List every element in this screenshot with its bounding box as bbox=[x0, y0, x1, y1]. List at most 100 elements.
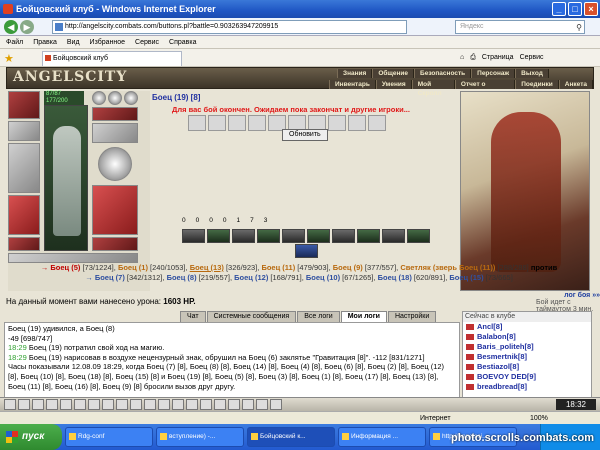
fighter[interactable]: Боец (7) bbox=[95, 273, 125, 282]
spell-slot-extra[interactable] bbox=[295, 244, 318, 258]
fighter[interactable]: Боец (18) bbox=[378, 273, 412, 282]
amulet-slot[interactable] bbox=[92, 107, 138, 121]
toolbar-button[interactable] bbox=[60, 399, 72, 410]
taskbar-item[interactable]: Информация ... bbox=[338, 427, 426, 447]
spell-slot[interactable] bbox=[357, 229, 380, 243]
menu-favorites[interactable]: Избранное bbox=[90, 36, 125, 48]
nav-my-scroll[interactable]: Мой Скролл bbox=[411, 80, 455, 97]
toolbar-button[interactable] bbox=[102, 399, 114, 410]
menu-edit[interactable]: Правка bbox=[33, 36, 57, 48]
toolbar-button[interactable] bbox=[4, 399, 16, 410]
chat-log[interactable]: Боец (19) удивился, а Боец (8) -49 [698/… bbox=[4, 322, 460, 404]
menu-file[interactable]: Файл bbox=[6, 36, 23, 48]
maximize-button[interactable]: □ bbox=[568, 2, 582, 16]
spell-slot[interactable] bbox=[382, 229, 405, 243]
menu-tools[interactable]: Сервис bbox=[135, 36, 159, 48]
print-icon[interactable]: ⎙ bbox=[470, 52, 476, 64]
gloves-slot[interactable] bbox=[92, 123, 138, 143]
fighter[interactable]: Боец (15) bbox=[449, 273, 483, 282]
toolbar-button[interactable] bbox=[158, 399, 170, 410]
menu-view[interactable]: Вид bbox=[67, 36, 80, 48]
tab-chat[interactable]: Чат bbox=[180, 311, 206, 322]
search-icon[interactable]: ⚲ bbox=[576, 22, 582, 34]
toolbar-button[interactable] bbox=[270, 399, 282, 410]
toolbar-button[interactable] bbox=[242, 399, 254, 410]
favorites-star-icon[interactable]: ★ bbox=[4, 52, 14, 65]
toolbar-button[interactable] bbox=[200, 399, 212, 410]
user-item[interactable]: Ancl[8] bbox=[463, 322, 591, 332]
opponent-name[interactable]: Боец (19) [8] bbox=[152, 93, 200, 102]
forward-button[interactable]: ▶ bbox=[20, 20, 34, 34]
fighter[interactable]: Боец (13) bbox=[190, 263, 224, 272]
battle-log-link[interactable]: лог боя »» Бой идет с таймаутом 3 мин. bbox=[536, 292, 600, 313]
user-item[interactable]: BOEVOY DED[9] bbox=[463, 372, 591, 382]
spell-slot[interactable] bbox=[307, 229, 330, 243]
fighter[interactable]: Боец (10) bbox=[306, 273, 340, 282]
toolbar-button[interactable] bbox=[144, 399, 156, 410]
nav-knowledge[interactable]: Знания bbox=[337, 69, 373, 78]
toolbar-button[interactable] bbox=[46, 399, 58, 410]
ring-slot-2[interactable] bbox=[108, 91, 122, 105]
nav-inventory[interactable]: Инвентарь bbox=[329, 80, 376, 89]
fighter[interactable]: Боец (8) bbox=[167, 273, 197, 282]
nav-transfer-report[interactable]: Отчет о переводах bbox=[454, 80, 516, 97]
menu-help[interactable]: Справка bbox=[169, 36, 196, 48]
fighter[interactable]: Боец (1) bbox=[118, 263, 148, 272]
fighter[interactable]: Боец (5) bbox=[50, 263, 80, 272]
nav-character[interactable]: Персонаж bbox=[471, 69, 516, 78]
weapon-slot[interactable] bbox=[8, 143, 40, 193]
close-button[interactable]: × bbox=[584, 2, 598, 16]
start-button[interactable]: пуск bbox=[0, 424, 62, 450]
ring-slot-1[interactable] bbox=[92, 91, 106, 105]
search-input[interactable]: Яндекс ⚲ bbox=[455, 20, 585, 34]
toolbar-button[interactable] bbox=[256, 399, 268, 410]
user-item[interactable]: Besmertnik[8] bbox=[463, 352, 591, 362]
page-menu[interactable]: Страница bbox=[482, 52, 514, 64]
tab-current[interactable]: Бойцовский клуб bbox=[42, 51, 182, 66]
spell-slot[interactable] bbox=[282, 229, 305, 243]
spell-slot[interactable] bbox=[332, 229, 355, 243]
fighter[interactable]: Боец (9) bbox=[333, 263, 363, 272]
ring-slot-3[interactable] bbox=[124, 91, 138, 105]
tools-menu[interactable]: Сервис bbox=[520, 52, 544, 64]
armor-slot[interactable] bbox=[8, 195, 40, 235]
user-item[interactable]: breadbread[8] bbox=[463, 382, 591, 392]
shield-slot[interactable] bbox=[98, 147, 132, 181]
spell-slot[interactable] bbox=[207, 229, 230, 243]
toolbar-button[interactable] bbox=[172, 399, 184, 410]
toolbar-button[interactable] bbox=[18, 399, 30, 410]
tab-settings[interactable]: Настройки bbox=[387, 311, 437, 322]
nav-exit[interactable]: Выход bbox=[515, 69, 549, 78]
nav-profile[interactable]: Анкета bbox=[558, 80, 593, 89]
spell-slot[interactable] bbox=[232, 229, 255, 243]
toolbar-button[interactable] bbox=[74, 399, 86, 410]
nav-skills[interactable]: Умения bbox=[375, 80, 412, 89]
toolbar-button[interactable] bbox=[130, 399, 142, 410]
home-icon[interactable]: ⌂ bbox=[460, 52, 464, 64]
user-item[interactable]: Baris_politeh[8] bbox=[463, 342, 591, 352]
tab-system[interactable]: Системные сообщения bbox=[206, 311, 297, 322]
toolbar-button[interactable] bbox=[228, 399, 240, 410]
helmet-slot[interactable] bbox=[8, 91, 40, 119]
toolbar-button[interactable] bbox=[116, 399, 128, 410]
spell-slot[interactable] bbox=[257, 229, 280, 243]
refresh-button[interactable]: Обновить bbox=[282, 129, 328, 141]
items-row[interactable] bbox=[8, 253, 138, 263]
spell-slot[interactable] bbox=[182, 229, 205, 243]
url-field[interactable]: http://angelscity.combats.com/buttons.pl… bbox=[52, 20, 407, 34]
nav-communication[interactable]: Общение bbox=[372, 69, 415, 78]
toolbar-button[interactable] bbox=[214, 399, 226, 410]
toolbar-button[interactable] bbox=[32, 399, 44, 410]
tab-all-logs[interactable]: Все логи bbox=[297, 311, 340, 322]
fighter[interactable]: Боец (12) bbox=[234, 273, 268, 282]
boots-slot[interactable] bbox=[92, 237, 138, 251]
spell-slot[interactable] bbox=[407, 229, 430, 243]
back-button[interactable]: ◀ bbox=[4, 20, 18, 34]
minimize-button[interactable]: _ bbox=[552, 2, 566, 16]
belt-slot[interactable] bbox=[8, 237, 40, 251]
user-item[interactable]: Balabon[8] bbox=[463, 332, 591, 342]
tab-my-logs[interactable]: Мои логи bbox=[340, 311, 387, 322]
fighter[interactable]: Светляк (зверь Боец (11)) bbox=[400, 263, 495, 272]
earring-slot[interactable] bbox=[8, 121, 40, 141]
taskbar-item[interactable]: вступление) -... bbox=[156, 427, 244, 447]
